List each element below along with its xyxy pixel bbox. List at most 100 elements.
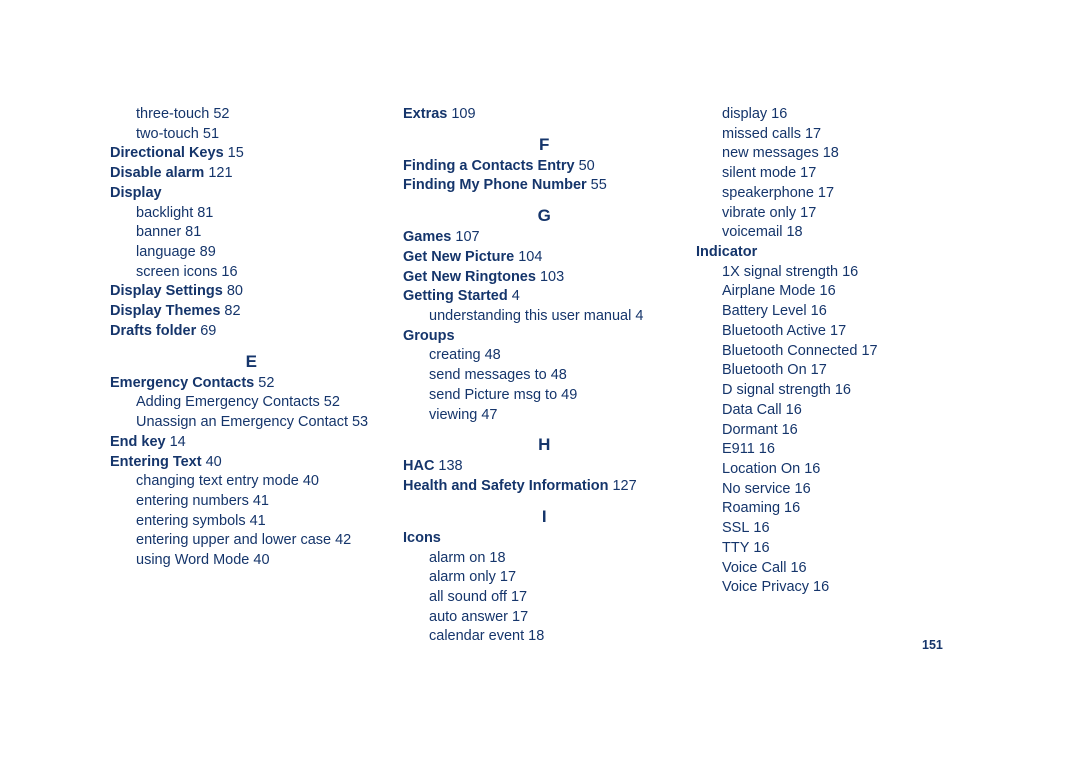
index-entry-page: 16: [758, 441, 775, 458]
index-entry-page: 16: [221, 263, 238, 280]
index-subentry[interactable]: understanding this user manual 4: [429, 307, 686, 327]
index-subentry[interactable]: vibrate only 17: [722, 204, 979, 224]
index-subentry[interactable]: three-touch 52: [136, 105, 393, 125]
index-subentry[interactable]: alarm on 18: [429, 549, 686, 569]
index-subentry[interactable]: 1X signal strength 16: [722, 263, 979, 283]
index-entry-page: 107: [455, 229, 480, 246]
index-subentry[interactable]: backlight 81: [136, 204, 393, 224]
index-subentry[interactable]: language 89: [136, 243, 393, 263]
index-subentry[interactable]: display 16: [722, 105, 979, 125]
index-entry[interactable]: Health and Safety Information 127: [403, 477, 686, 497]
index-subentry[interactable]: E911 16: [722, 440, 979, 460]
index-entry-page: 127: [612, 478, 637, 495]
index-entry[interactable]: Icons: [403, 529, 686, 549]
index-subentry[interactable]: missed calls 17: [722, 125, 979, 145]
index-entry[interactable]: Display Settings 80: [110, 282, 393, 302]
index-letter-heading: E: [245, 351, 258, 371]
index-subentry[interactable]: Roaming 16: [722, 499, 979, 519]
index-subentry[interactable]: Bluetooth Connected 17: [722, 342, 979, 362]
index-subentry[interactable]: silent mode 17: [722, 164, 979, 184]
index-subentry[interactable]: Dormant 16: [722, 421, 979, 441]
index-subentry[interactable]: send messages to 48: [429, 366, 686, 386]
index-subentry[interactable]: alarm only 17: [429, 568, 686, 588]
index-subentry[interactable]: calendar event 18: [429, 627, 686, 647]
index-entry-page: 17: [499, 569, 517, 586]
page-number: 151: [922, 638, 943, 652]
index-subentry[interactable]: Battery Level 16: [722, 302, 979, 322]
index-entry-label: using Word Mode: [136, 552, 250, 569]
index-subentry[interactable]: creating 48: [429, 346, 686, 366]
index-subentry[interactable]: entering upper and lower case 42: [136, 531, 393, 551]
index-subentry[interactable]: using Word Mode 40: [136, 551, 393, 571]
column-3: display 16 missed calls 17 new messages 18 sil…: [696, 105, 989, 647]
index-subentry[interactable]: SSL 16: [722, 519, 979, 539]
index-entry[interactable]: End key 14: [110, 433, 393, 453]
index-subentry[interactable]: speakerphone 17: [722, 184, 979, 204]
index-subentry[interactable]: Unassign an Emergency Contact 53: [136, 413, 393, 433]
index-entry-page: 16: [781, 421, 798, 438]
index-subentry[interactable]: send Picture msg to 49: [429, 386, 686, 406]
index-entry[interactable]: Get New Picture 104: [403, 248, 686, 268]
index-entry[interactable]: Extras 109: [403, 105, 686, 125]
index-entry-page: 16: [819, 283, 836, 300]
index-entry-page: 14: [169, 433, 186, 450]
index-entry[interactable]: Drafts folder 69: [110, 322, 393, 342]
index-entry-page: 40: [205, 453, 222, 470]
index-entry-page: 16: [753, 539, 770, 556]
index-entry[interactable]: Directional Keys 15: [110, 144, 393, 164]
index-entry-label: Data Call: [722, 401, 782, 418]
index-subentry[interactable]: D signal strength 16: [722, 381, 979, 401]
index-subentry[interactable]: Location On 16: [722, 460, 979, 480]
index-entry[interactable]: Finding a Contacts Entry 50: [403, 157, 686, 177]
index-entry-label: new messages: [722, 145, 819, 162]
index-entry-label: screen icons: [136, 263, 218, 280]
index-subentry[interactable]: TTY 16: [722, 539, 979, 559]
index-subentry[interactable]: auto answer 17: [429, 608, 686, 628]
index-entry-page: 51: [202, 125, 220, 142]
index-subentry[interactable]: Voice Privacy 16: [722, 578, 979, 598]
index-entry[interactable]: Games 107: [403, 228, 686, 248]
index-entry[interactable]: Disable alarm 121: [110, 164, 393, 184]
index-subentry[interactable]: screen icons 16: [136, 263, 393, 283]
index-entry-label: changing text entry mode: [136, 473, 299, 490]
index-entry[interactable]: HAC 138: [403, 457, 686, 477]
index-subentry[interactable]: two-touch 51: [136, 125, 393, 145]
index-subentry[interactable]: new messages 18: [722, 144, 979, 164]
index-entry-label: send Picture msg to: [429, 386, 558, 403]
index-columns: three-touch 52 two-touch 51 Directional Keys…: [110, 105, 990, 647]
index-entry[interactable]: Emergency Contacts 52: [110, 374, 393, 394]
index-subentry[interactable]: voicemail 18: [722, 223, 979, 243]
index-subentry[interactable]: Data Call 16: [722, 401, 979, 421]
index-subentry[interactable]: Voice Call 16: [722, 559, 979, 579]
index-subentry[interactable]: No service 16: [722, 480, 979, 500]
index-entry[interactable]: Indicator: [696, 243, 979, 263]
index-subentry[interactable]: Airplane Mode 16: [722, 282, 979, 302]
index-subentry[interactable]: banner 81: [136, 223, 393, 243]
index-entry-label: Groups: [403, 327, 455, 344]
index-subentry[interactable]: viewing 47: [429, 406, 686, 426]
index-entry-page: 69: [200, 322, 217, 339]
index-entry-page: 49: [561, 386, 578, 403]
index-subentry[interactable]: entering symbols 41: [136, 512, 393, 532]
index-entry-page: 52: [213, 106, 230, 122]
index-subentry[interactable]: entering numbers 41: [136, 492, 393, 512]
index-entry[interactable]: Getting Started 4: [403, 287, 686, 307]
index-entry[interactable]: Get New Ringtones 103: [403, 268, 686, 288]
index-entry[interactable]: Groups: [403, 327, 686, 347]
index-entry[interactable]: Entering Text 40: [110, 453, 393, 473]
index-subentry[interactable]: Bluetooth On 17: [722, 361, 979, 381]
index-letter-heading: I: [541, 506, 548, 526]
index-entry-label: Bluetooth On: [722, 362, 807, 379]
index-entry[interactable]: Display: [110, 184, 393, 204]
index-entry-page: 81: [197, 204, 214, 221]
index-entry-label: D signal strength: [722, 382, 831, 399]
index-subentry[interactable]: Adding Emergency Contacts 52: [136, 393, 393, 413]
index-subentry[interactable]: changing text entry mode 40: [136, 472, 393, 492]
index-entry[interactable]: Display Themes 82: [110, 302, 393, 322]
index-entry-label: E911: [722, 441, 755, 458]
index-entry[interactable]: Finding My Phone Number 55: [403, 176, 686, 196]
index-entry-label: alarm on: [429, 549, 486, 566]
index-entry-label: Health and Safety Information: [403, 478, 609, 495]
index-subentry[interactable]: all sound off 17: [429, 588, 686, 608]
index-subentry[interactable]: Bluetooth Active 17: [722, 322, 979, 342]
